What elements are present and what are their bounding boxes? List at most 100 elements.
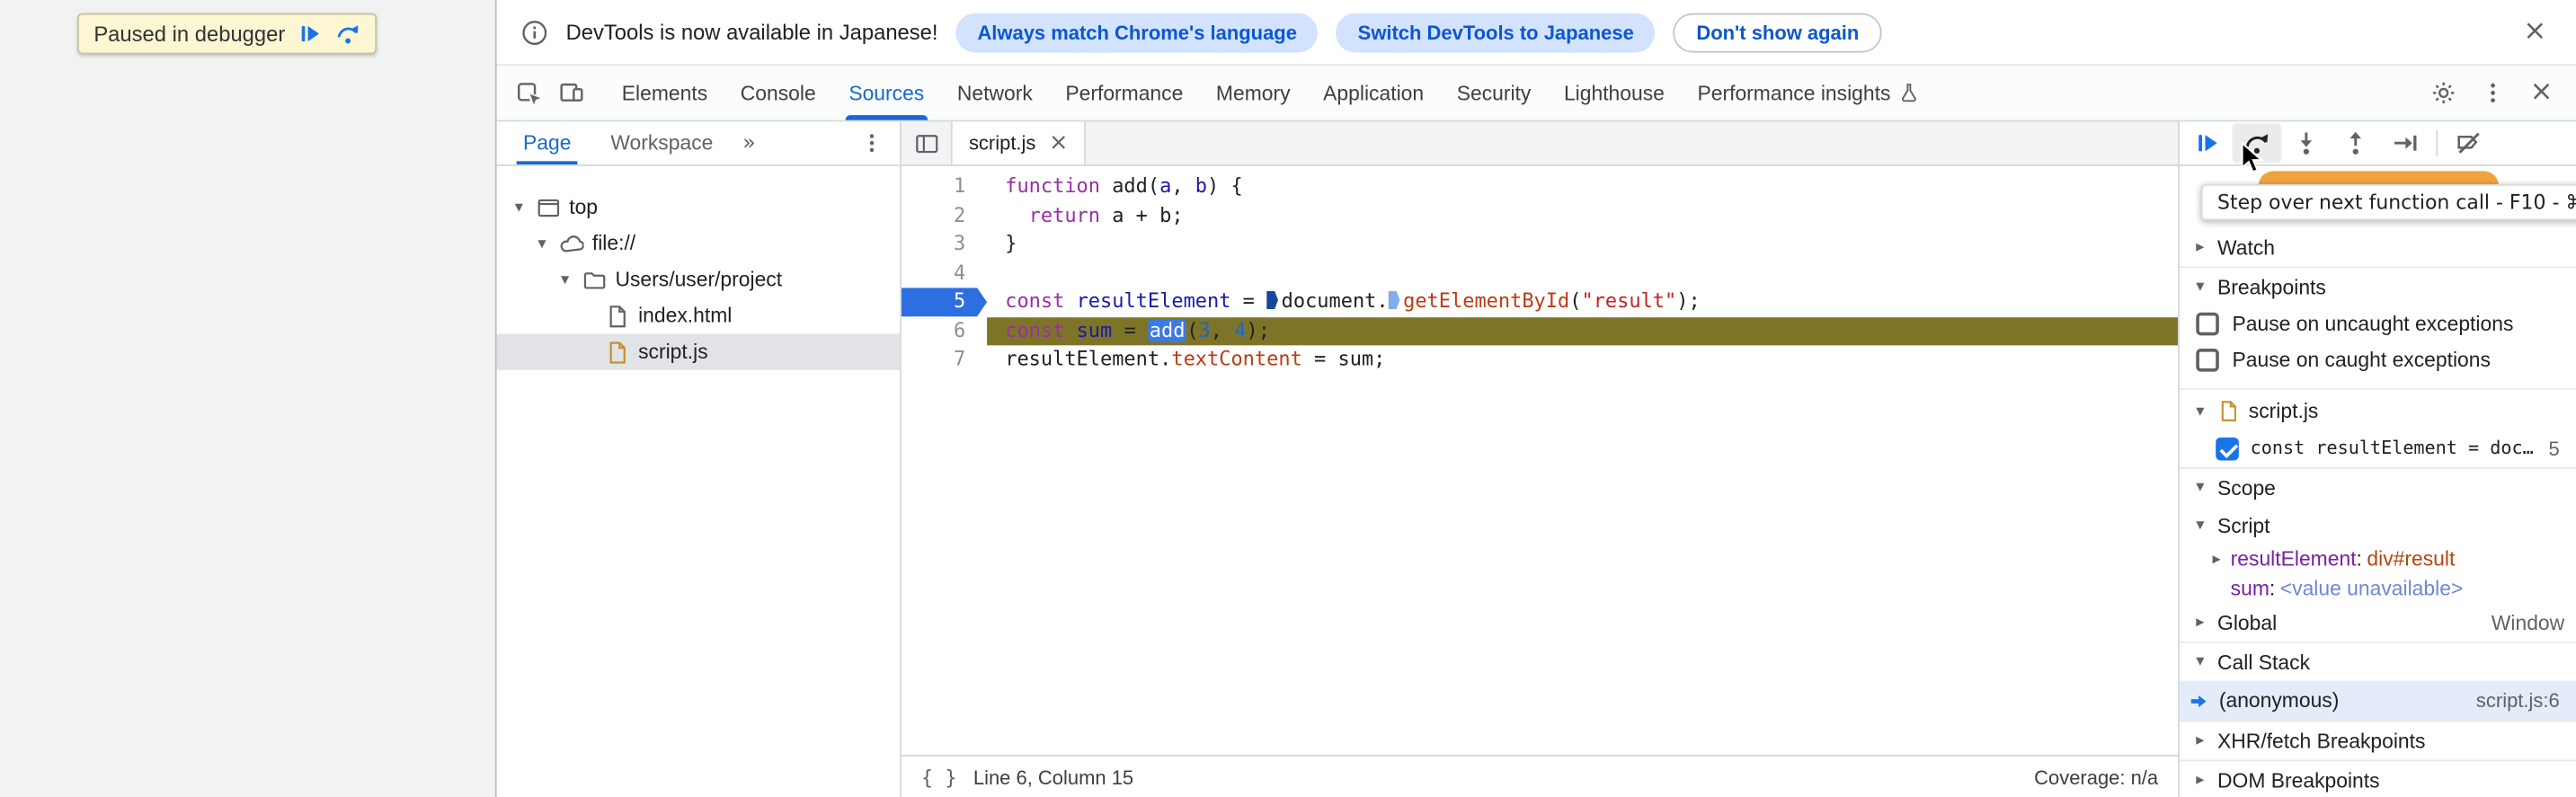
chevron-down-icon: ▾ xyxy=(2196,402,2205,421)
step-out-icon xyxy=(2342,130,2368,156)
always-match-language-button[interactable]: Always match Chrome's language xyxy=(955,12,1319,52)
line-number-6[interactable]: 6 xyxy=(902,316,987,345)
scope-group-script[interactable]: ▾ Script xyxy=(2180,507,2576,545)
tab-network[interactable]: Network xyxy=(941,66,1050,120)
dont-show-again-button[interactable]: Don't show again xyxy=(1673,12,1882,52)
scope-group-summary: Window xyxy=(2491,610,2565,634)
deactivate-breakpoints-button[interactable] xyxy=(2445,123,2494,163)
line-number-1[interactable]: 1 xyxy=(902,173,987,201)
code-line-content[interactable] xyxy=(987,259,2178,288)
kebab-menu-icon xyxy=(860,131,884,155)
toggle-device-toolbar-button[interactable] xyxy=(549,72,592,115)
settings-button[interactable] xyxy=(2421,72,2465,115)
line-number-3[interactable]: 3 xyxy=(902,230,987,259)
step-over-icon[interactable] xyxy=(336,22,360,46)
debugger-sections: ▸ Watch ▾ Breakpoints Pause on uncaught … xyxy=(2179,228,2576,797)
paused-in-debugger-banner: Paused in debugger xyxy=(77,13,378,55)
tab-label: Elements xyxy=(621,81,708,105)
scope-group-name: Global xyxy=(2217,610,2278,634)
scope-variable-resultElement[interactable]: ▸ resultElement div#result xyxy=(2180,545,2576,574)
step-into-button[interactable] xyxy=(2281,123,2331,163)
xhr-breakpoints-header[interactable]: ▸ XHR/fetch Breakpoints xyxy=(2180,722,2576,759)
inspect-element-button[interactable] xyxy=(507,72,550,115)
tab-application[interactable]: Application xyxy=(1307,66,1441,120)
twirl-icon[interactable]: ▾ xyxy=(556,270,574,288)
pause-on-caught-row[interactable]: Pause on caught exceptions xyxy=(2180,342,2576,378)
language-infobar: DevTools is now available in Japanese! A… xyxy=(496,0,2576,66)
tab-lighthouse[interactable]: Lighthouse xyxy=(1548,66,1682,120)
resume-script-icon[interactable] xyxy=(298,22,323,46)
code-editor[interactable]: 1 function add(a, b) {2 return a + b; 3} 4 5… xyxy=(902,166,2179,755)
scope-variable-sum[interactable]: sum <value unavailable> xyxy=(2180,574,2576,604)
infobar-close-button[interactable]: × xyxy=(2513,11,2556,54)
tree-item-file-[interactable]: ▾ file:// xyxy=(497,226,900,261)
more-tabs-chevrons[interactable]: » xyxy=(733,121,766,164)
tree-item-index-html[interactable]: index.html xyxy=(497,297,900,333)
step-button[interactable] xyxy=(2380,123,2429,163)
tab-memory[interactable]: Memory xyxy=(1200,66,1307,120)
code-line-content[interactable]: return a + b; xyxy=(987,201,2178,230)
checkbox-label: Pause on uncaught exceptions xyxy=(2232,312,2514,336)
pause-on-uncaught-row[interactable]: Pause on uncaught exceptions xyxy=(2180,306,2576,341)
watch-section-header[interactable]: ▸ Watch xyxy=(2180,228,2576,266)
variable-value: div#result xyxy=(2367,547,2456,571)
scope-section-header[interactable]: ▾ Scope xyxy=(2180,469,2576,507)
line-number-4[interactable]: 4 xyxy=(902,259,987,288)
step-target-highlight[interactable]: add xyxy=(1147,318,1187,341)
code-line-content[interactable]: } xyxy=(987,230,2178,259)
dom-breakpoints-header[interactable]: ▸ DOM Breakpoints xyxy=(2180,761,2576,797)
checkbox-unchecked[interactable] xyxy=(2196,348,2219,372)
line-number-2[interactable]: 2 xyxy=(902,201,987,230)
scope-section: ▾ Scope ▾ Script ▸ resultElement div#res… xyxy=(2179,469,2576,643)
resume-button[interactable] xyxy=(2183,123,2233,163)
tab-elements[interactable]: Elements xyxy=(605,66,724,120)
devtools-close-button[interactable]: × xyxy=(2520,72,2563,115)
line-number-7[interactable]: 7 xyxy=(902,345,987,374)
kebab-menu-icon xyxy=(2480,81,2504,105)
tab-workspace[interactable]: Workspace xyxy=(591,121,733,164)
checkbox-label: Pause on caught exceptions xyxy=(2232,348,2491,372)
inline-breakpoint-marker[interactable] xyxy=(1388,290,1400,310)
breakpoint-marker-line-5[interactable]: 5 xyxy=(902,288,987,316)
switch-to-japanese-button[interactable]: Switch DevTools to Japanese xyxy=(1336,12,1656,52)
tab-performance-insights[interactable]: Performance insights xyxy=(1681,66,1936,120)
code-line-content[interactable]: const sum = add (3, 4); xyxy=(987,316,2179,346)
twirl-icon[interactable]: ▾ xyxy=(510,199,528,217)
file-icon xyxy=(605,304,629,328)
breakpoint-file-header[interactable]: ▾ script.js xyxy=(2180,393,2576,429)
call-stack-frame[interactable]: (anonymous) script.js:6 xyxy=(2179,680,2576,721)
tab-sources[interactable]: Sources xyxy=(832,66,941,120)
pretty-print-icon[interactable]: { } xyxy=(921,766,957,789)
section-title: Call Stack xyxy=(2217,650,2311,674)
code-line-content[interactable]: resultElement.textContent = sum; xyxy=(987,345,2178,374)
tree-item-script-js[interactable]: script.js xyxy=(496,333,901,370)
tab-security[interactable]: Security xyxy=(1440,66,1547,120)
tree-item-Users-user-project[interactable]: ▾ Users/user/project xyxy=(497,261,900,297)
close-icon[interactable]: × xyxy=(1049,131,1068,155)
infobar-message: DevTools is now available in Japanese! xyxy=(565,19,938,45)
checkbox-unchecked[interactable] xyxy=(2196,312,2219,336)
twirl-icon[interactable]: ▾ xyxy=(533,235,551,252)
toggle-navigator-button[interactable] xyxy=(902,121,951,164)
tree-item-top[interactable]: ▾ top xyxy=(497,189,900,225)
code-line-content[interactable]: const resultElement = document. getElemen… xyxy=(987,288,2178,316)
step-out-button[interactable] xyxy=(2331,123,2380,163)
call-stack-section-header[interactable]: ▾ Call Stack xyxy=(2180,643,2576,681)
checkbox-checked[interactable] xyxy=(2216,436,2239,460)
scope-group-global[interactable]: ▸ Global Window xyxy=(2180,604,2576,642)
navigator-menu-button[interactable] xyxy=(850,121,893,164)
devtools-tabbar: Elements Console Sources Network Performance… xyxy=(496,66,2576,122)
editor-tab-script-js[interactable]: script.js × xyxy=(950,121,1087,165)
step-over-button[interactable] xyxy=(2232,123,2282,164)
tab-console[interactable]: Console xyxy=(724,66,832,120)
chevron-right-icon: ▸ xyxy=(2196,613,2205,632)
breakpoint-entry[interactable]: const resultElement = doc… 5 xyxy=(2180,429,2576,467)
tab-performance[interactable]: Performance xyxy=(1049,66,1200,120)
code-line-content[interactable]: function add(a, b) { xyxy=(987,173,2178,201)
inline-breakpoint-marker[interactable] xyxy=(1266,290,1278,310)
devtools-menu-button[interactable] xyxy=(2471,72,2514,115)
code-line-6: 6 const sum = add (3, 4); xyxy=(902,316,2179,346)
tab-page[interactable]: Page xyxy=(503,121,591,165)
breakpoints-section-header[interactable]: ▾ Breakpoints xyxy=(2180,268,2576,306)
cloud-icon xyxy=(559,231,583,255)
